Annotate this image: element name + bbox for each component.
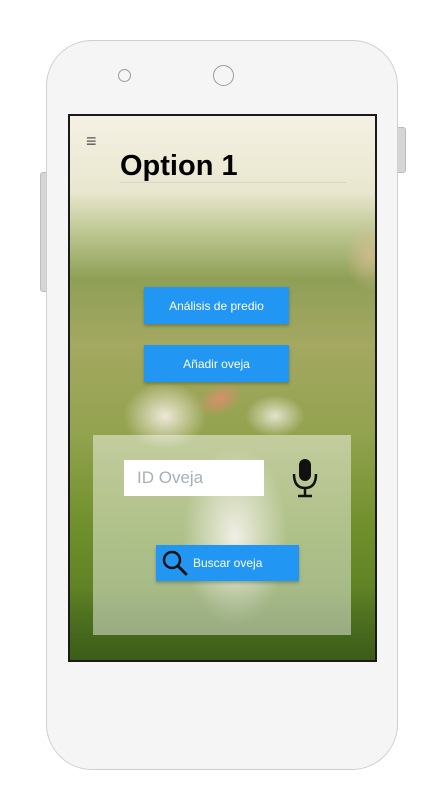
phone-sensor	[118, 69, 131, 82]
app-header: Option 1	[120, 146, 346, 183]
buscar-oveja-button[interactable]: Buscar oveja	[156, 545, 299, 581]
phone-front-camera	[213, 65, 234, 86]
app-screen: ≡ Option 1 Análisis de predio Añadir ove…	[68, 114, 377, 662]
analisis-predio-label: Análisis de predio	[169, 298, 264, 313]
anadir-oveja-button[interactable]: Añadir oveja	[144, 345, 289, 382]
microphone-icon[interactable]	[291, 457, 319, 499]
buscar-oveja-label: Buscar oveja	[193, 556, 263, 570]
id-oveja-input[interactable]	[124, 460, 264, 496]
phone-power-button	[397, 127, 406, 173]
hamburger-menu-icon[interactable]: ≡	[86, 132, 102, 150]
search-panel: Buscar oveja	[93, 435, 351, 635]
page-title: Option 1	[120, 150, 238, 182]
magnifier-icon	[162, 550, 188, 576]
analisis-predio-button[interactable]: Análisis de predio	[144, 287, 289, 324]
anadir-oveja-label: Añadir oveja	[183, 356, 250, 371]
background-lamb-ear	[191, 374, 249, 424]
